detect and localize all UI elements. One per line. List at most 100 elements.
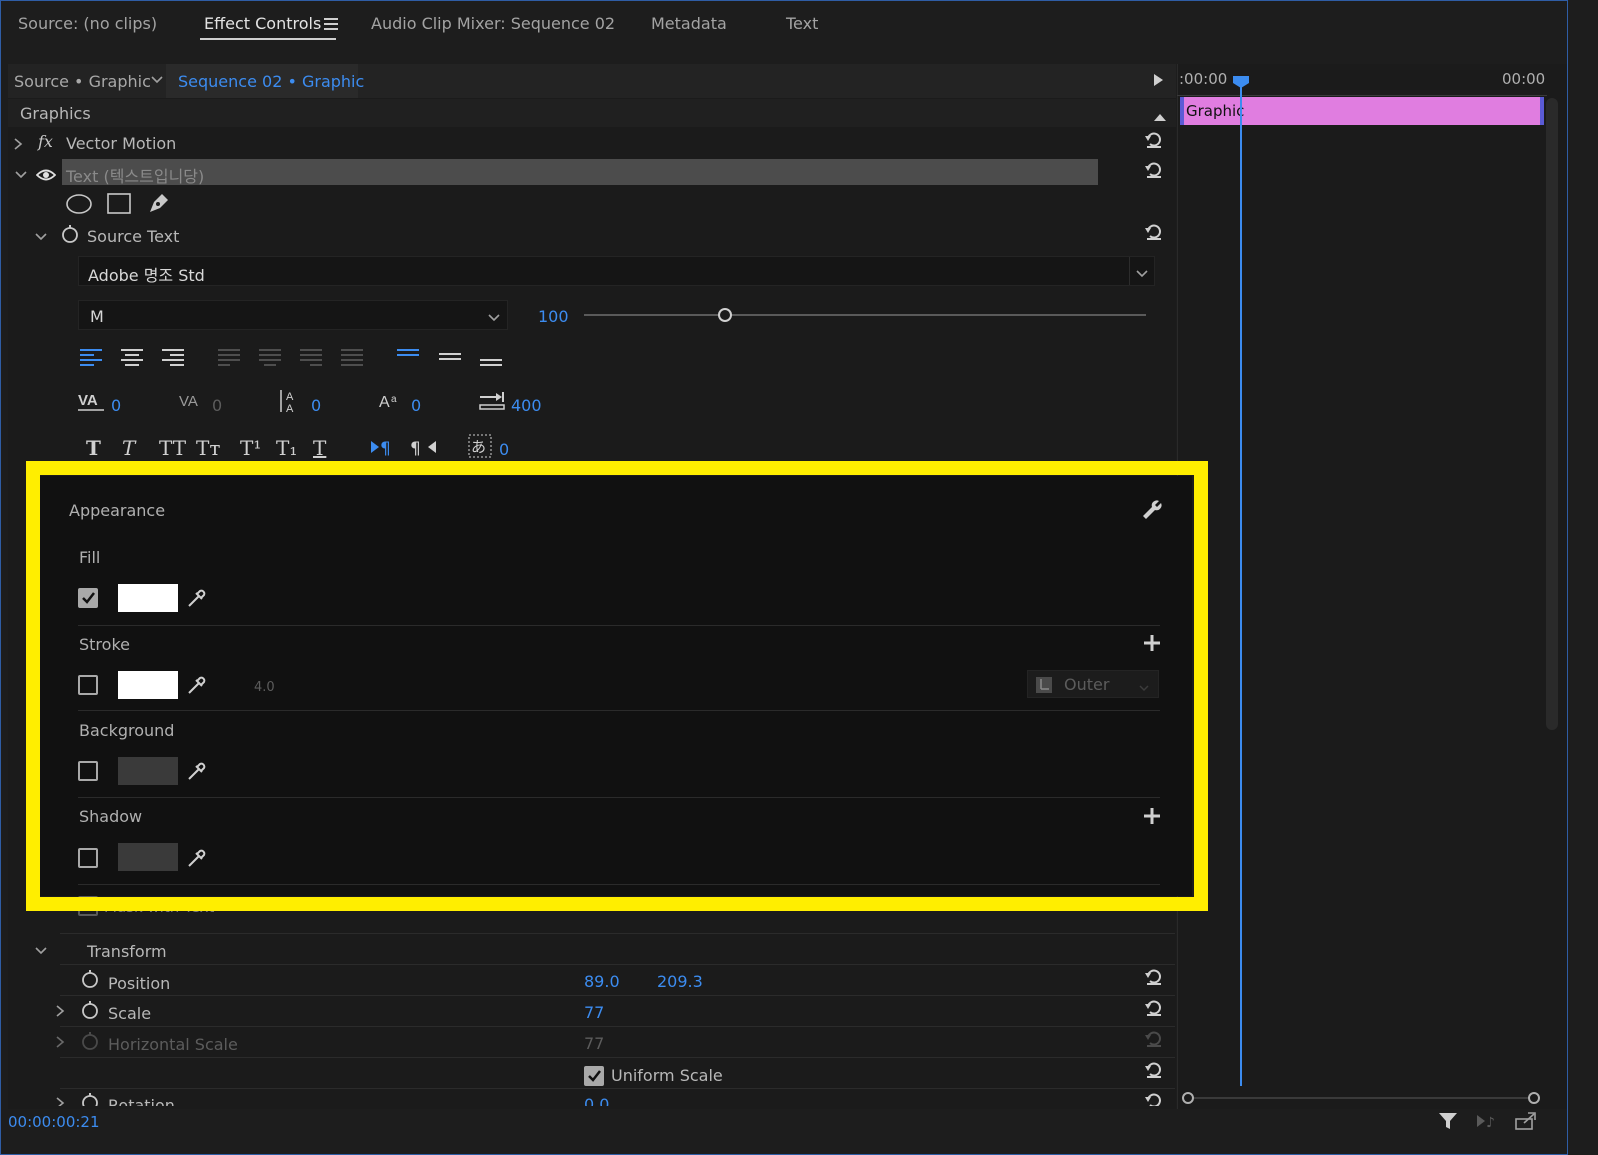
tab-text[interactable]: Text bbox=[786, 14, 818, 33]
svg-text:VA: VA bbox=[179, 393, 198, 410]
faux-italic-icon[interactable]: T bbox=[122, 436, 135, 460]
horizontal-scale-label: Horizontal Scale bbox=[108, 1035, 238, 1054]
vector-motion-label: Vector Motion bbox=[66, 134, 177, 153]
leading-value[interactable]: 0 bbox=[311, 396, 321, 415]
tab-metadata[interactable]: Metadata bbox=[651, 14, 727, 33]
section-label: Graphics bbox=[20, 104, 91, 123]
stopwatch-icon[interactable] bbox=[80, 969, 100, 989]
svg-text:A: A bbox=[286, 403, 294, 414]
faux-bold-icon[interactable]: T bbox=[86, 436, 101, 460]
subtab-sequence-graphic[interactable]: Sequence 02 • Graphic bbox=[178, 72, 364, 91]
chevron-down-icon[interactable] bbox=[14, 166, 28, 179]
zoom-scrollbar[interactable] bbox=[1180, 1090, 1546, 1104]
clip-label: Graphic bbox=[1186, 102, 1245, 120]
rotation-value[interactable]: 0.0 bbox=[584, 1095, 609, 1106]
text-layer-row[interactable]: Text (텍스트입니당) bbox=[62, 159, 1098, 186]
vector-motion-row[interactable]: fx Vector Motion bbox=[8, 128, 1176, 158]
rectangle-mask-icon[interactable] bbox=[107, 193, 131, 215]
tab-audio-clip-mixer[interactable]: Audio Clip Mixer: Sequence 02 bbox=[371, 14, 615, 33]
stopwatch-icon[interactable] bbox=[80, 1000, 100, 1020]
loop-audio-icon: ♪ bbox=[1476, 1111, 1498, 1131]
playhead-line bbox=[1240, 86, 1242, 1086]
scale-value[interactable]: 77 bbox=[584, 1003, 604, 1022]
small-caps-icon[interactable]: Tт bbox=[196, 436, 220, 460]
top-tab-bar: Source: (no clips) Effect Controls Audio… bbox=[0, 0, 1598, 50]
justify-last-center-icon bbox=[259, 348, 281, 368]
tab-effect-controls[interactable]: Effect Controls bbox=[204, 14, 321, 33]
align-top-icon[interactable] bbox=[397, 348, 419, 364]
font-family-dropdown[interactable]: Adobe 명조 Std bbox=[78, 256, 1155, 286]
reset-icon[interactable] bbox=[1144, 1091, 1164, 1106]
reset-icon bbox=[1144, 1029, 1164, 1049]
tab-source[interactable]: Source: (no clips) bbox=[18, 14, 157, 33]
filter-icon[interactable] bbox=[1438, 1111, 1460, 1131]
text-layer-label: Text (텍스트입니당) bbox=[66, 167, 205, 186]
stopwatch-icon[interactable] bbox=[60, 224, 80, 244]
justify-all-icon bbox=[341, 348, 363, 368]
chevron-down-icon[interactable] bbox=[487, 309, 501, 322]
chevron-right-icon[interactable] bbox=[54, 1095, 66, 1106]
align-left-icon[interactable] bbox=[80, 348, 102, 368]
timeline-start-time: :00:00 bbox=[1179, 70, 1228, 88]
eye-icon[interactable] bbox=[35, 167, 57, 181]
tracking-value: 0 bbox=[212, 396, 223, 415]
kerning-value[interactable]: 0 bbox=[111, 396, 121, 415]
svg-text:VA: VA bbox=[78, 392, 98, 409]
position-x-value[interactable]: 89.0 bbox=[584, 972, 620, 991]
chevron-right-icon[interactable] bbox=[12, 136, 24, 150]
align-middle-icon[interactable] bbox=[439, 350, 461, 366]
current-timecode[interactable]: 00:00:00:21 bbox=[8, 1113, 100, 1131]
justify-last-right-icon bbox=[300, 348, 322, 368]
transform-label: Transform bbox=[87, 942, 167, 961]
ellipse-mask-icon[interactable] bbox=[65, 193, 93, 215]
panel-menu-icon[interactable] bbox=[324, 18, 338, 30]
chevron-down-icon[interactable] bbox=[34, 228, 48, 241]
chevron-down-icon[interactable] bbox=[150, 72, 164, 86]
font-size-slider[interactable] bbox=[584, 314, 1146, 316]
tsume-value[interactable]: 0 bbox=[499, 440, 509, 459]
reset-icon[interactable] bbox=[1144, 998, 1164, 1018]
font-size-value[interactable]: 100 bbox=[538, 307, 569, 326]
subtab-source-graphic[interactable]: Source • Graphic bbox=[14, 72, 151, 91]
baseline-shift-value[interactable]: 0 bbox=[411, 396, 421, 415]
collapse-up-icon[interactable] bbox=[1153, 107, 1167, 121]
stopwatch-icon[interactable] bbox=[80, 1092, 100, 1106]
svg-text:♪: ♪ bbox=[1486, 1115, 1495, 1131]
reset-icon[interactable] bbox=[1144, 1060, 1164, 1080]
timeline-scrollbar[interactable] bbox=[1546, 98, 1558, 730]
svg-text:¶: ¶ bbox=[410, 439, 421, 457]
reset-icon[interactable] bbox=[1144, 160, 1164, 180]
pen-mask-icon[interactable] bbox=[146, 190, 172, 216]
rtl-direction-icon[interactable]: ¶ bbox=[410, 437, 438, 459]
chevron-down-icon[interactable] bbox=[1135, 265, 1149, 278]
position-label: Position bbox=[108, 974, 171, 993]
position-y-value[interactable]: 209.3 bbox=[657, 972, 703, 991]
scale-label: Scale bbox=[108, 1004, 152, 1023]
play-arrow-icon[interactable] bbox=[1152, 72, 1164, 86]
font-size-slider-thumb[interactable] bbox=[717, 308, 732, 322]
tab-width-value[interactable]: 400 bbox=[511, 396, 542, 415]
reset-icon[interactable] bbox=[1144, 967, 1164, 987]
horizontal-scale-value: 77 bbox=[584, 1034, 605, 1053]
export-icon[interactable] bbox=[1514, 1111, 1538, 1131]
align-bottom-icon[interactable] bbox=[480, 354, 502, 370]
timeline-end-time: 00:00 bbox=[1502, 70, 1546, 88]
reset-icon[interactable] bbox=[1144, 222, 1164, 242]
ltr-direction-icon[interactable]: ¶ bbox=[370, 437, 396, 459]
superscript-icon[interactable]: T¹ bbox=[240, 436, 261, 460]
underline-icon[interactable]: T bbox=[313, 436, 326, 460]
all-caps-icon[interactable]: TT bbox=[159, 436, 186, 460]
font-style-dropdown[interactable]: M bbox=[78, 300, 508, 330]
reset-icon[interactable] bbox=[1144, 130, 1164, 150]
tracking-icon: VA bbox=[178, 390, 206, 414]
chevron-right-icon[interactable] bbox=[54, 1034, 66, 1048]
chevron-down-icon[interactable] bbox=[34, 942, 48, 955]
graphic-clip[interactable]: Graphic bbox=[1180, 97, 1544, 125]
tsume-icon: あ bbox=[468, 434, 494, 460]
uniform-scale-label: Uniform Scale bbox=[611, 1066, 723, 1085]
chevron-right-icon[interactable] bbox=[54, 1003, 66, 1017]
subscript-icon[interactable]: T₁ bbox=[276, 436, 297, 460]
align-right-icon[interactable] bbox=[162, 348, 184, 368]
uniform-scale-checkbox[interactable] bbox=[584, 1066, 604, 1086]
align-center-icon[interactable] bbox=[121, 348, 143, 368]
